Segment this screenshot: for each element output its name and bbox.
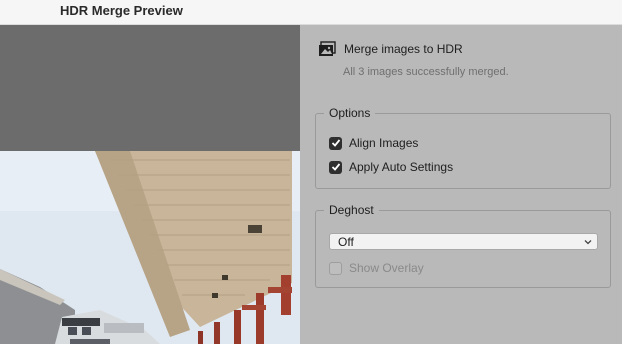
deghost-legend: Deghost xyxy=(324,203,379,217)
checkmark-icon xyxy=(331,139,340,147)
show-overlay-checkbox[interactable] xyxy=(329,261,342,275)
preview-image xyxy=(0,25,300,344)
show-overlay-label: Show Overlay xyxy=(349,261,424,275)
title-bar: HDR Merge Preview xyxy=(0,0,622,25)
chevron-down-icon xyxy=(584,240,592,245)
merge-status: All 3 images successfully merged. xyxy=(343,66,509,78)
deghost-select-value: Off xyxy=(338,235,354,249)
align-images-row[interactable]: Align Images xyxy=(329,136,418,150)
merge-panel: Merge images to HDR All 3 images success… xyxy=(300,25,622,344)
deghost-group: Deghost Off Show Overlay xyxy=(315,203,611,288)
images-icon xyxy=(319,41,336,56)
window-title: HDR Merge Preview xyxy=(60,3,183,18)
merge-title: Merge images to HDR xyxy=(344,42,463,56)
show-overlay-row[interactable]: Show Overlay xyxy=(329,261,424,275)
options-legend: Options xyxy=(324,106,376,120)
options-group: Options Align Images Apply Auto Settings xyxy=(315,106,611,189)
align-images-checkbox[interactable] xyxy=(329,136,342,150)
checkmark-icon xyxy=(331,163,340,171)
apply-auto-settings-checkbox[interactable] xyxy=(329,160,342,174)
merge-header: Merge images to HDR xyxy=(318,41,463,57)
apply-auto-settings-label: Apply Auto Settings xyxy=(349,160,454,174)
apply-auto-settings-row[interactable]: Apply Auto Settings xyxy=(329,160,453,174)
align-images-label: Align Images xyxy=(349,136,419,150)
deghost-select[interactable]: Off xyxy=(329,233,598,250)
image-preview[interactable] xyxy=(0,25,300,344)
